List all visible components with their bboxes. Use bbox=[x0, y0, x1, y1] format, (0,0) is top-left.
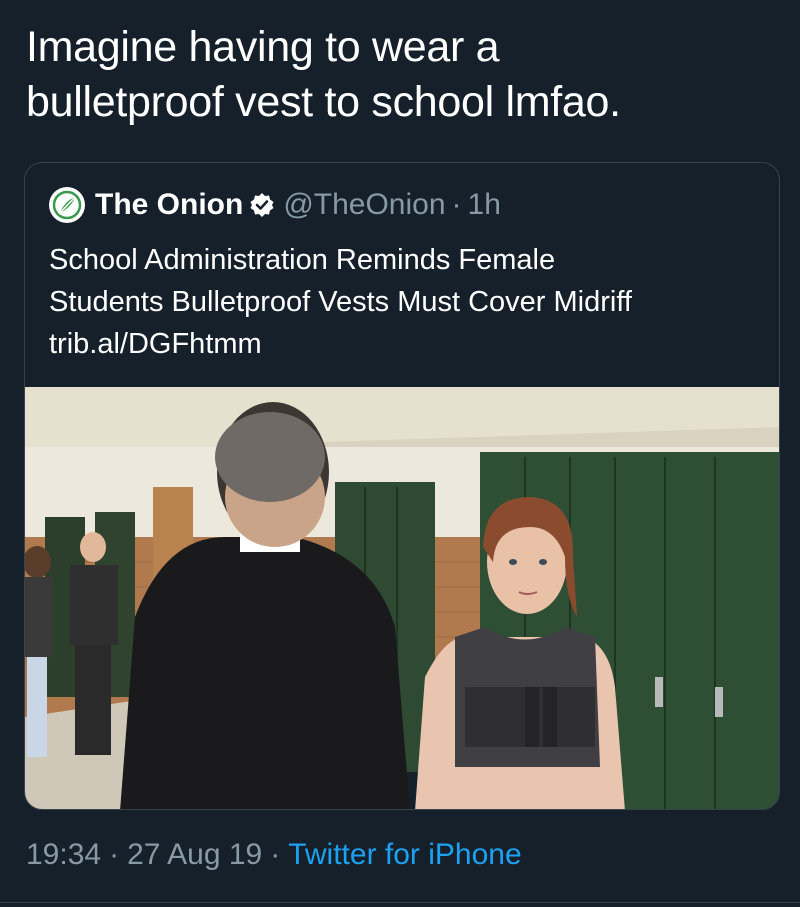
onion-logo-icon bbox=[52, 190, 82, 220]
quoted-text-line-1: School Administration Reminds Female bbox=[49, 244, 556, 276]
quoted-text-line-2: Students Bulletproof Vests Must Cover Mi… bbox=[49, 286, 632, 318]
quoted-tweet-image[interactable] bbox=[25, 387, 779, 809]
handle[interactable]: @TheOnion bbox=[283, 188, 445, 222]
quoted-link[interactable]: trib.al/DGFhtmm bbox=[49, 323, 769, 365]
verified-badge-icon bbox=[249, 192, 275, 218]
header-separator: · bbox=[451, 188, 462, 221]
hallway-photo bbox=[25, 387, 779, 809]
time-ago[interactable]: 1h bbox=[468, 188, 501, 222]
quoted-tweet-header: The Onion @TheOnion · 1h bbox=[49, 185, 501, 225]
divider bbox=[0, 902, 800, 903]
quoted-tweet-text: School Administration Reminds Female Stu… bbox=[49, 239, 769, 365]
footer-separator-2: · bbox=[270, 838, 281, 871]
footer-separator-1: · bbox=[109, 838, 120, 871]
quoted-tweet-card[interactable]: The Onion @TheOnion · 1h School Administ… bbox=[24, 162, 780, 810]
tweet-date[interactable]: 27 Aug 19 bbox=[127, 838, 262, 872]
tweet-time[interactable]: 19:34 bbox=[26, 838, 101, 872]
tweet-source-link[interactable]: Twitter for iPhone bbox=[288, 838, 521, 872]
display-name[interactable]: The Onion bbox=[95, 188, 243, 222]
tweet-footer: 19:34 · 27 Aug 19 · Twitter for iPhone bbox=[26, 838, 522, 872]
onion-logo-avatar[interactable] bbox=[49, 187, 85, 223]
tweet-text: Imagine having to wear a bulletproof ves… bbox=[26, 20, 776, 130]
tweet-text-line-1: Imagine having to wear a bbox=[26, 23, 500, 71]
tweet-text-line-2: bulletproof vest to school lmfao. bbox=[26, 78, 621, 126]
